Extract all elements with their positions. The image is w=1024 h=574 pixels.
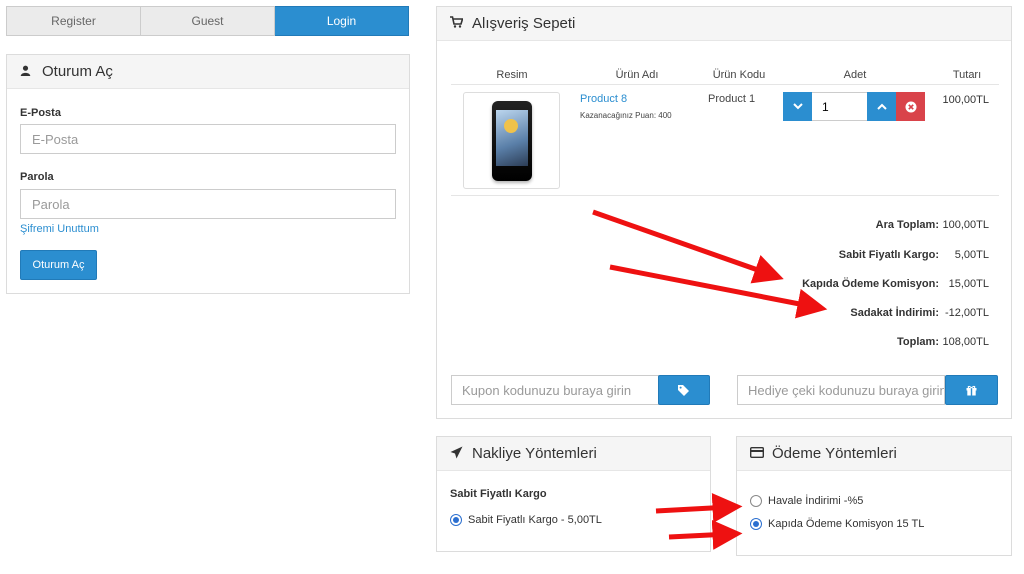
send-icon (450, 446, 464, 462)
payment-title: Ödeme Yöntemleri (772, 445, 897, 462)
forgot-password-link[interactable]: Şifremi Unuttum (20, 223, 99, 235)
shipping-option-label: Sabit Fiyatlı Kargo - 5,00TL (468, 514, 602, 526)
payment-option-cod[interactable]: Kapıda Ödeme Komisyon 15 TL (750, 518, 924, 530)
cart-panel: Alışveriş Sepeti Resim Ürün Adı Ürün Kod… (436, 6, 1012, 419)
payment-option-cod-label: Kapıda Ödeme Komisyon 15 TL (768, 518, 925, 530)
shipping-panel-header: Nakliye Yöntemleri (437, 437, 710, 471)
credit-card-icon (749, 446, 765, 461)
quantity-decrease-button[interactable] (783, 92, 812, 121)
apply-coupon-button[interactable] (658, 375, 710, 405)
cart-title: Alışveriş Sepeti (472, 15, 576, 32)
login-panel-header: Oturum Aç (7, 55, 409, 89)
email-field[interactable] (20, 124, 396, 154)
apply-gift-voucher-button[interactable] (945, 375, 998, 405)
password-field[interactable] (20, 189, 396, 219)
payment-radio-cod[interactable] (750, 518, 762, 530)
column-header-total: Tutarı (952, 69, 982, 81)
quantity-increase-button[interactable] (867, 92, 896, 121)
tab-guest[interactable]: Guest (141, 6, 275, 36)
grand-total-label: Toplam: (897, 336, 939, 348)
login-title: Oturum Aç (42, 63, 113, 80)
column-header-image: Resim (496, 69, 528, 81)
cart-panel-header: Alışveriş Sepeti (437, 7, 1011, 41)
account-tabs: Register Guest Login (6, 6, 409, 36)
column-header-quantity: Adet (843, 69, 867, 81)
shipping-group-label: Sabit Fiyatlı Kargo (450, 488, 547, 500)
table-row-divider (451, 195, 999, 196)
shipping-panel: Nakliye Yöntemleri Sabit Fiyatlı Kargo S… (436, 436, 711, 552)
shipping-radio[interactable] (450, 514, 462, 526)
gift-voucher-input[interactable] (737, 375, 945, 405)
chevron-down-icon (792, 103, 803, 110)
coupon-input[interactable] (451, 375, 659, 405)
phone-image (491, 100, 532, 181)
chevron-up-icon (876, 103, 887, 110)
quantity-input[interactable] (812, 92, 867, 121)
column-header-product-name: Ürün Adı (615, 69, 659, 81)
password-label: Parola (20, 171, 54, 183)
login-button[interactable]: Oturum Aç (20, 250, 97, 280)
shopping-cart-icon (450, 16, 464, 31)
shipping-fee-label: Sabit Fiyatlı Kargo: (838, 249, 939, 261)
cod-commission-value: 15,00TL (948, 278, 989, 290)
loyalty-discount-label: Sadakat İndirimi: (850, 307, 939, 319)
user-icon (20, 65, 34, 79)
payment-option-transfer-label: Havale İndirimi -%5 (768, 495, 864, 507)
payment-radio-transfer[interactable] (750, 495, 762, 507)
shipping-fee-value: 5,00TL (954, 249, 989, 261)
subtotal-label: Ara Toplam: (875, 219, 939, 231)
product-points: Kazanacağınız Puan: 400 (580, 111, 672, 120)
column-header-product-code: Ürün Kodu (712, 69, 766, 81)
cod-commission-label: Kapıda Ödeme Komisyon: (802, 278, 939, 290)
payment-panel: Ödeme Yöntemleri Havale İndirimi -%5 Kap… (736, 436, 1012, 556)
payment-option-transfer[interactable]: Havale İndirimi -%5 (750, 495, 863, 507)
product-image[interactable] (463, 92, 560, 189)
grand-total-value: 108,00TL (942, 336, 989, 348)
item-total: 100,00TL (942, 94, 989, 106)
tab-login[interactable]: Login (275, 6, 409, 36)
remove-item-button[interactable] (896, 92, 925, 121)
gift-icon (966, 385, 977, 395)
tab-register[interactable]: Register (6, 6, 141, 36)
login-panel: Oturum Aç E-Posta Parola Şifremi Unuttum… (6, 54, 410, 294)
subtotal-value: 100,00TL (942, 219, 989, 231)
product-code: Product 1 (708, 93, 756, 105)
product-name-link[interactable]: Product 8 (580, 93, 627, 105)
shipping-title: Nakliye Yöntemleri (472, 445, 597, 462)
loyalty-discount-value: -12,00TL (944, 307, 989, 319)
shipping-option-flat[interactable]: Sabit Fiyatlı Kargo - 5,00TL (450, 514, 602, 526)
email-label: E-Posta (20, 107, 61, 119)
payment-panel-header: Ödeme Yöntemleri (737, 437, 1011, 471)
tag-icon (678, 385, 689, 396)
table-header-divider (451, 84, 999, 85)
remove-icon (905, 101, 916, 112)
